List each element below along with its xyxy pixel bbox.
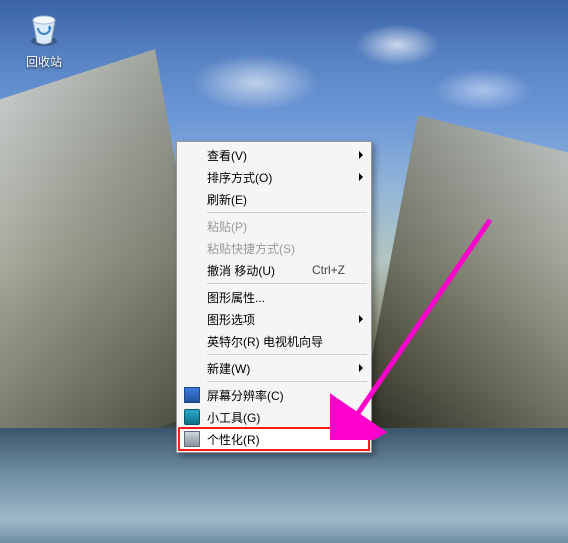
menu-graphics-options-label: 图形选项: [203, 311, 351, 328]
menu-undo-move-label: 撤消 移动(U): [203, 262, 312, 279]
menu-separator: [207, 283, 367, 284]
submenu-arrow-icon: [359, 173, 363, 181]
menu-sort[interactable]: 排序方式(O): [179, 166, 369, 188]
menu-separator: [207, 212, 367, 213]
menu-refresh[interactable]: 刷新(E): [179, 188, 369, 210]
menu-undo-move[interactable]: 撤消 移动(U) Ctrl+Z: [179, 259, 369, 281]
menu-paste-shortcut: 粘贴快捷方式(S): [179, 237, 369, 259]
recycle-bin-label: 回收站: [26, 55, 62, 69]
recycle-bin-icon: [12, 8, 76, 51]
menu-graphics-properties[interactable]: 图形属性...: [179, 286, 369, 308]
menu-new[interactable]: 新建(W): [179, 357, 369, 379]
menu-sort-label: 排序方式(O): [203, 169, 351, 186]
menu-graphics-properties-label: 图形属性...: [203, 289, 351, 306]
menu-personalize-label: 个性化(R): [203, 431, 351, 448]
menu-intel-tv-wizard[interactable]: 英特尔(R) 电视机向导: [179, 330, 369, 352]
menu-gadgets-label: 小工具(G): [203, 409, 351, 426]
menu-paste-label: 粘贴(P): [203, 218, 351, 235]
gadget-icon: [184, 409, 200, 425]
recycle-bin[interactable]: 回收站: [12, 8, 76, 70]
menu-undo-move-shortcut: Ctrl+Z: [312, 263, 351, 277]
menu-gadgets[interactable]: 小工具(G): [179, 406, 369, 428]
menu-separator: [207, 354, 367, 355]
menu-screen-resolution[interactable]: 屏幕分辨率(C): [179, 384, 369, 406]
menu-paste-shortcut-label: 粘贴快捷方式(S): [203, 240, 351, 257]
menu-screen-resolution-label: 屏幕分辨率(C): [203, 387, 351, 404]
personalize-icon: [184, 431, 200, 447]
menu-refresh-label: 刷新(E): [203, 191, 351, 208]
menu-intel-tv-wizard-label: 英特尔(R) 电视机向导: [203, 333, 351, 350]
submenu-arrow-icon: [359, 151, 363, 159]
menu-view[interactable]: 查看(V): [179, 144, 369, 166]
menu-separator: [207, 381, 367, 382]
menu-graphics-options[interactable]: 图形选项: [179, 308, 369, 330]
submenu-arrow-icon: [359, 315, 363, 323]
monitor-icon: [184, 387, 200, 403]
menu-paste: 粘贴(P): [179, 215, 369, 237]
menu-personalize[interactable]: 个性化(R): [179, 428, 369, 450]
menu-new-label: 新建(W): [203, 360, 351, 377]
menu-view-label: 查看(V): [203, 147, 351, 164]
desktop-context-menu: 查看(V) 排序方式(O) 刷新(E) 粘贴(P) 粘贴快捷方式(S) 撤消 移…: [176, 141, 372, 453]
desktop[interactable]: 回收站 查看(V) 排序方式(O) 刷新(E) 粘贴(P) 粘贴快捷方式(S): [0, 0, 568, 543]
submenu-arrow-icon: [359, 364, 363, 372]
